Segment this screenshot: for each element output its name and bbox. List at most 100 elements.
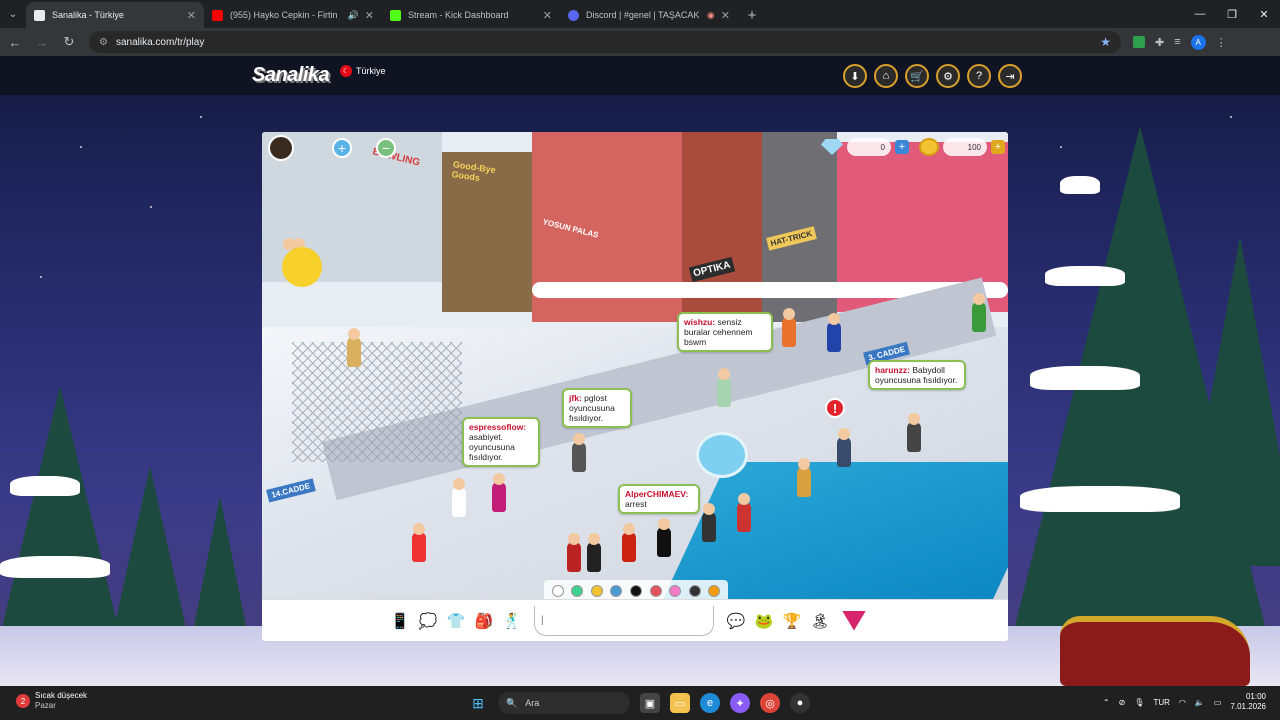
language-label[interactable]: Türkiye xyxy=(356,66,386,76)
color-swatch[interactable] xyxy=(571,585,584,597)
send-button[interactable] xyxy=(842,610,866,631)
player-avatar[interactable] xyxy=(972,293,986,332)
trophy-icon[interactable]: 🏆 xyxy=(781,610,803,632)
wifi-icon[interactable]: ◠ xyxy=(1179,698,1186,707)
outfit-icon[interactable]: 👕 xyxy=(445,610,467,632)
player-avatar[interactable] xyxy=(907,413,921,452)
player-avatar[interactable] xyxy=(347,328,361,367)
weather-widget[interactable]: 2 Sıcak düşecek Pazar xyxy=(16,691,87,711)
profile-avatar[interactable]: A xyxy=(1190,34,1206,50)
color-swatch[interactable] xyxy=(551,585,564,597)
cart-icon[interactable]: 🛒 xyxy=(905,64,929,88)
alert-icon[interactable]: ! xyxy=(825,398,845,418)
bubble-nick[interactable]: jfk: xyxy=(569,393,582,403)
inventory-bag-icon[interactable]: 🎒 xyxy=(473,610,495,632)
player-avatar[interactable] xyxy=(622,523,636,562)
reading-list-icon[interactable]: ≡ xyxy=(1174,36,1180,48)
input-language[interactable]: TUR xyxy=(1153,698,1169,707)
obs-icon[interactable]: ● xyxy=(790,693,810,713)
home-icon[interactable]: ⌂ xyxy=(874,64,898,88)
taskbar-search[interactable]: 🔍 Ara xyxy=(498,692,630,714)
chat-input[interactable] xyxy=(534,605,714,636)
browser-menu-icon[interactable]: ⋮ xyxy=(1216,36,1227,49)
color-swatch[interactable] xyxy=(669,585,682,597)
extension-icon[interactable] xyxy=(1133,36,1145,48)
player-avatar[interactable] xyxy=(837,428,851,467)
clock[interactable]: 01:00 7.01.2026 xyxy=(1230,692,1266,712)
phone-icon[interactable]: 📱 xyxy=(389,610,411,632)
player-avatar[interactable] xyxy=(587,533,601,572)
close-tab-icon[interactable]: ✕ xyxy=(365,9,374,22)
island-icon[interactable]: 🏝 xyxy=(809,610,831,632)
player-avatar[interactable] xyxy=(412,523,426,562)
close-tab-icon[interactable]: ✕ xyxy=(543,9,552,22)
emote-icon[interactable]: 💭 xyxy=(417,610,439,632)
copilot-icon[interactable]: ✦ xyxy=(730,693,750,713)
file-explorer-icon[interactable]: ▭ xyxy=(670,693,690,713)
new-tab-button[interactable]: + xyxy=(738,2,766,28)
back-button[interactable]: ← xyxy=(3,30,27,54)
battery-icon[interactable]: ▭ xyxy=(1214,698,1222,707)
task-view-icon[interactable]: ▣ xyxy=(640,693,660,713)
close-window-button[interactable]: ✕ xyxy=(1248,0,1280,28)
network-off-icon[interactable]: ⊘ xyxy=(1119,698,1126,707)
bubble-nick[interactable]: wishzu: xyxy=(684,317,715,327)
color-swatch[interactable] xyxy=(649,585,662,597)
logout-icon[interactable]: ⇥ xyxy=(998,64,1022,88)
zoom-in-button[interactable]: + xyxy=(332,138,352,158)
tab-search-icon[interactable]: ⌄ xyxy=(0,0,26,28)
edge-icon[interactable]: e xyxy=(700,693,720,713)
bubble-nick[interactable]: harunzz: xyxy=(875,365,910,375)
speaker-icon[interactable]: 🔊 xyxy=(348,10,359,21)
zoom-out-button[interactable]: − xyxy=(376,138,396,158)
sanalika-logo[interactable]: Sanalika xyxy=(252,64,330,87)
player-avatar[interactable] xyxy=(567,533,581,572)
chrome-icon[interactable]: ◎ xyxy=(760,693,780,713)
color-swatch[interactable] xyxy=(590,585,603,597)
bubble-nick[interactable]: AlperCHIMAEV: xyxy=(625,489,688,499)
maximize-button[interactable]: ❐ xyxy=(1216,0,1248,28)
site-info-icon[interactable]: ⚙ xyxy=(99,37,108,48)
volume-icon[interactable]: 🔈 xyxy=(1195,698,1205,707)
windows-start-icon[interactable]: ⊞ xyxy=(468,693,488,713)
buy-coins-button[interactable]: + xyxy=(991,140,1005,154)
minimize-button[interactable]: — xyxy=(1184,0,1216,28)
player-avatar[interactable] xyxy=(737,493,751,532)
address-bar[interactable]: ⚙ sanalika.com/tr/play ★ xyxy=(89,31,1121,53)
player-avatar[interactable] xyxy=(827,313,841,352)
close-tab-icon[interactable]: ✕ xyxy=(187,9,196,22)
extensions-puzzle-icon[interactable]: ✚ xyxy=(1155,36,1164,49)
reload-button[interactable]: ↻ xyxy=(57,30,81,54)
event-portal-icon[interactable] xyxy=(696,432,748,478)
player-avatar[interactable] xyxy=(572,433,586,472)
close-tab-icon[interactable]: ✕ xyxy=(721,9,730,22)
download-icon[interactable]: ⬇ xyxy=(843,64,867,88)
player-avatar[interactable] xyxy=(717,368,731,407)
microphone-icon[interactable]: 🎙 xyxy=(1134,698,1144,707)
bubble-nick[interactable]: espressoflow: xyxy=(469,422,526,432)
tab-kick[interactable]: Stream - Kick Dashboard ✕ xyxy=(382,2,560,28)
color-swatch[interactable] xyxy=(610,585,623,597)
player-avatar[interactable] xyxy=(657,518,671,557)
chat-bubble-icon[interactable]: 💬 xyxy=(725,610,747,632)
tab-sanalika[interactable]: Sanalika - Türkiye ✕ xyxy=(26,2,204,28)
player-avatar[interactable] xyxy=(452,478,466,517)
buy-gems-button[interactable]: + xyxy=(895,140,909,154)
profile-avatar[interactable] xyxy=(268,135,294,161)
street-scene[interactable]: BOWLING Good-Bye Goods YOSUN PALAS OPTIK… xyxy=(262,132,1008,612)
player-avatar[interactable] xyxy=(782,308,796,347)
pet-icon[interactable]: 🐸 xyxy=(753,610,775,632)
color-swatch[interactable] xyxy=(708,585,721,597)
player-avatar[interactable] xyxy=(797,458,811,497)
settings-icon[interactable]: ⚙ xyxy=(936,64,960,88)
color-swatch[interactable] xyxy=(688,585,701,597)
player-avatar[interactable] xyxy=(282,238,322,287)
color-swatch[interactable] xyxy=(629,585,642,597)
dance-icon[interactable]: 🕺 xyxy=(501,610,523,632)
help-icon[interactable]: ? xyxy=(967,64,991,88)
tab-discord[interactable]: Discord | #genel | TAŞACAK ◉ ✕ xyxy=(560,2,738,28)
forward-button[interactable]: → xyxy=(30,30,54,54)
bookmark-star-icon[interactable]: ★ xyxy=(1100,35,1111,49)
game-canvas[interactable]: BOWLING Good-Bye Goods YOSUN PALAS OPTIK… xyxy=(262,132,1008,641)
tray-overflow-icon[interactable]: ⌃ xyxy=(1103,698,1110,707)
